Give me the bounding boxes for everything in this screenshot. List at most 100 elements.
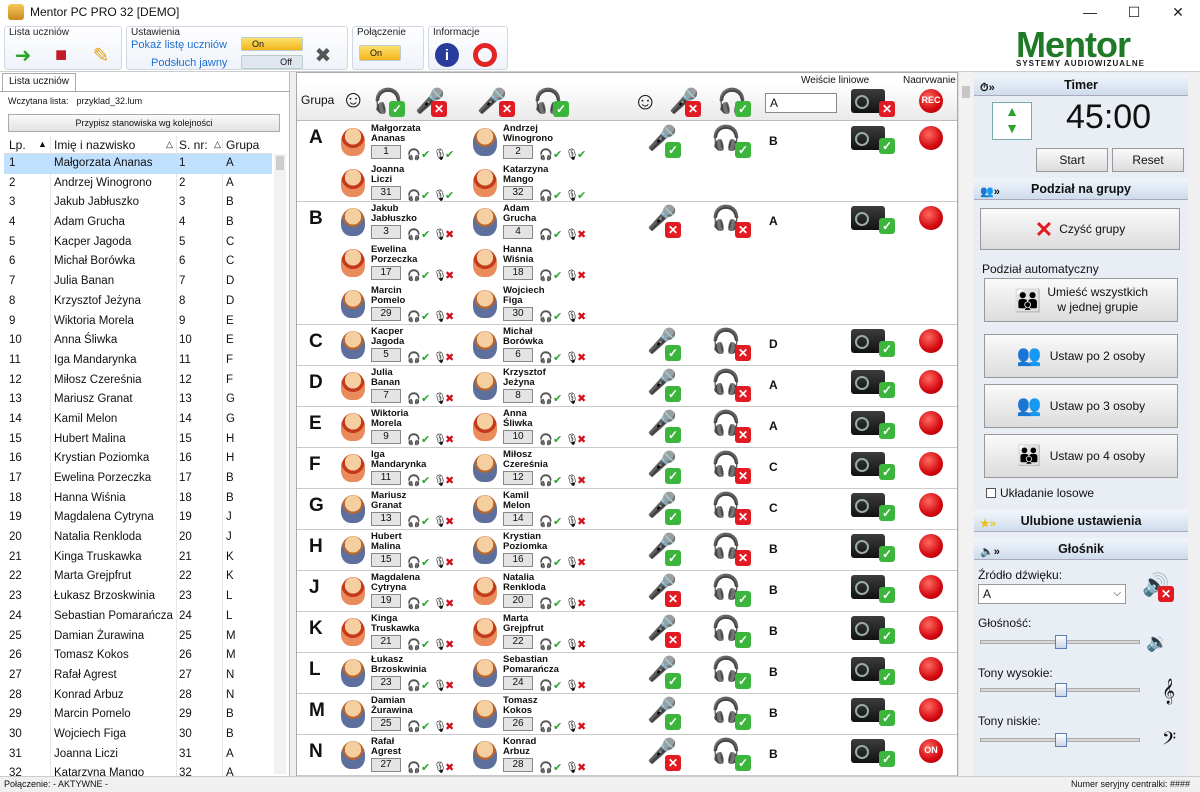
favorites-header[interactable]: ★» Ulubione ustawienia bbox=[974, 510, 1188, 532]
group-source[interactable]: A bbox=[769, 419, 778, 433]
table-row[interactable]: 4 Adam Grucha 4 B bbox=[4, 213, 272, 233]
table-row[interactable]: 7 Julia Banan 7 D bbox=[4, 272, 272, 292]
bass-slider-thumb[interactable] bbox=[1055, 733, 1067, 747]
headphones-icon[interactable]: 🎧 bbox=[539, 310, 553, 323]
student-seat[interactable]: Adam Grucha 4 🎧 ✔ 🎙 ✖ bbox=[473, 204, 601, 244]
bass-slider[interactable] bbox=[980, 733, 1140, 747]
table-row[interactable]: 8 Krzysztof Jeżyna 8 D bbox=[4, 292, 272, 312]
line-in-source-input[interactable]: A bbox=[765, 93, 837, 113]
record-button[interactable] bbox=[919, 206, 943, 230]
student-seat[interactable]: Joanna Liczi 31 🎧 ✔ 🎙 ✔ bbox=[341, 165, 469, 205]
table-row[interactable]: 11 Iga Mandarynka 11 F bbox=[4, 351, 272, 371]
table-row[interactable]: 17 Ewelina Porzeczka 17 B bbox=[4, 469, 272, 489]
student-seat[interactable]: Anna Śliwka 10 🎧 ✔ 🎙 ✖ bbox=[473, 409, 601, 449]
group-source[interactable]: B bbox=[769, 542, 778, 556]
table-row[interactable]: 25 Damian Żurawina 25 M bbox=[4, 627, 272, 647]
group-source[interactable]: C bbox=[769, 501, 778, 515]
record-button[interactable] bbox=[919, 411, 943, 435]
headphones-icon[interactable]: 🎧 bbox=[539, 638, 553, 651]
set-by-2-button[interactable]: 👥 Ustaw po 2 osoby bbox=[984, 334, 1178, 378]
table-row[interactable]: 10 Anna Śliwka 10 E bbox=[4, 331, 272, 351]
student-seat[interactable]: Krystian Poziomka 16 🎧 ✔ 🎙 ✖ bbox=[473, 532, 601, 572]
group-source[interactable]: A bbox=[769, 214, 778, 228]
student-seat[interactable]: Tomasz Kokos 26 🎧 ✔ 🎙 ✖ bbox=[473, 696, 601, 736]
student-seat[interactable]: Damian Żurawina 25 🎧 ✔ 🎙 ✖ bbox=[341, 696, 469, 736]
record-button[interactable] bbox=[919, 452, 943, 476]
clear-groups-button[interactable]: ✕ Czyść grupy bbox=[980, 208, 1180, 250]
group-source[interactable]: C bbox=[769, 460, 778, 474]
student-seat[interactable]: Konrad Arbuz 28 🎧 ✔ 🎙 ✖ bbox=[473, 737, 601, 777]
maximize-button[interactable]: ☐ bbox=[1112, 0, 1156, 24]
table-row[interactable]: 22 Marta Grejpfrut 22 K bbox=[4, 567, 272, 587]
headphones-icon[interactable]: 🎧 bbox=[407, 761, 421, 774]
student-seat[interactable]: Wiktoria Morela 9 🎧 ✔ 🎙 ✖ bbox=[341, 409, 469, 449]
group-source[interactable]: B bbox=[769, 583, 778, 597]
table-row[interactable]: 13 Mariusz Granat 13 G bbox=[4, 390, 272, 410]
record-button[interactable] bbox=[919, 575, 943, 599]
student-seat[interactable]: Andrzej Winogrono 2 🎧 ✔ 🎙 ✔ bbox=[473, 124, 601, 164]
headphones-icon[interactable]: 🎧 bbox=[539, 392, 553, 405]
headphones-icon[interactable]: 🎧 bbox=[539, 679, 553, 692]
student-seat[interactable]: Sebastian Pomarańcza 24 🎧 ✔ 🎙 ✖ bbox=[473, 655, 601, 695]
assign-seats-button[interactable]: Przypisz stanowiska wg kolejności bbox=[8, 114, 280, 132]
header-seat[interactable]: S. nr: bbox=[179, 138, 208, 152]
student-seat[interactable]: Wojciech Figa 30 🎧 ✔ 🎙 ✖ bbox=[473, 286, 601, 326]
save-list-icon[interactable]: ■ bbox=[49, 43, 73, 67]
headphones-icon[interactable]: 🎧 bbox=[539, 189, 553, 202]
random-checkbox[interactable] bbox=[986, 488, 996, 498]
groups-header[interactable]: 👥» Podział na grupy bbox=[974, 178, 1188, 200]
student-seat[interactable]: Rafał Agrest 27 🎧 ✔ 🎙 ✖ bbox=[341, 737, 469, 777]
headphones-icon[interactable]: 🎧 bbox=[539, 433, 553, 446]
student-seat[interactable]: Krzysztof Jeżyna 8 🎧 ✔ 🎙 ✖ bbox=[473, 368, 601, 408]
table-row[interactable]: 9 Wiktoria Morela 9 E bbox=[4, 312, 272, 332]
student-seat[interactable]: Kacper Jagoda 5 🎧 ✔ 🎙 ✖ bbox=[341, 327, 469, 367]
record-button[interactable] bbox=[919, 534, 943, 558]
headphones-icon[interactable]: 🎧 bbox=[407, 556, 421, 569]
headphones-icon[interactable]: 🎧 bbox=[407, 638, 421, 651]
table-row[interactable]: 28 Konrad Arbuz 28 N bbox=[4, 686, 272, 706]
treble-slider[interactable] bbox=[980, 683, 1140, 697]
set-by-4-button[interactable]: 👪 Ustaw po 4 osoby bbox=[984, 434, 1178, 478]
student-seat[interactable]: Katarzyna Mango 32 🎧 ✔ 🎙 ✔ bbox=[473, 165, 601, 205]
record-button[interactable] bbox=[919, 493, 943, 517]
table-row[interactable]: 27 Rafał Agrest 27 N bbox=[4, 666, 272, 686]
volume-slider[interactable] bbox=[980, 635, 1140, 649]
table-row[interactable]: 23 Łukasz Brzoskwinia 23 L bbox=[4, 587, 272, 607]
group-source[interactable]: B bbox=[769, 134, 778, 148]
headphones-icon[interactable]: 🎧 bbox=[407, 148, 421, 161]
headphones-icon[interactable]: 🎧 bbox=[407, 189, 421, 202]
table-row[interactable]: 19 Magdalena Cytryna 19 J bbox=[4, 508, 272, 528]
record-button[interactable] bbox=[919, 329, 943, 353]
table-row[interactable]: 21 Kinga Truskawka 21 K bbox=[4, 548, 272, 568]
headphones-icon[interactable]: 🎧 bbox=[407, 679, 421, 692]
student-seat[interactable]: Hanna Wiśnia 18 🎧 ✔ 🎙 ✖ bbox=[473, 245, 601, 285]
student-seat[interactable]: Kinga Truskawka 21 🎧 ✔ 🎙 ✖ bbox=[341, 614, 469, 654]
group-source[interactable]: A bbox=[769, 378, 778, 392]
table-row[interactable]: 30 Wojciech Figa 30 B bbox=[4, 725, 272, 745]
headphones-icon[interactable]: 🎧 bbox=[539, 269, 553, 282]
student-seat[interactable]: Julia Banan 7 🎧 ✔ 🎙 ✖ bbox=[341, 368, 469, 408]
student-seat[interactable]: Michał Borówka 6 🎧 ✔ 🎙 ✖ bbox=[473, 327, 601, 367]
volume-slider-thumb[interactable] bbox=[1055, 635, 1067, 649]
center-scrollbar[interactable] bbox=[958, 72, 972, 776]
table-row[interactable]: 31 Joanna Liczi 31 A bbox=[4, 745, 272, 765]
student-seat[interactable]: Kamil Melon 14 🎧 ✔ 🎙 ✖ bbox=[473, 491, 601, 531]
table-row[interactable]: 14 Kamil Melon 14 G bbox=[4, 410, 272, 430]
load-list-icon[interactable]: ➜ bbox=[11, 43, 35, 67]
set-by-3-button[interactable]: 👥 Ustaw po 3 osoby bbox=[984, 384, 1178, 428]
timer-start-button[interactable]: Start bbox=[1036, 148, 1108, 172]
headphones-icon[interactable]: 🎧 bbox=[539, 228, 553, 241]
headphones-icon[interactable]: 🎧 bbox=[407, 433, 421, 446]
student-seat[interactable]: Ewelina Porzeczka 17 🎧 ✔ 🎙 ✖ bbox=[341, 245, 469, 285]
record-button[interactable]: ON bbox=[919, 739, 943, 763]
edit-list-icon[interactable]: ✎ bbox=[89, 43, 113, 67]
record-button[interactable] bbox=[919, 616, 943, 640]
group-source[interactable]: B bbox=[769, 624, 778, 638]
student-seat[interactable]: Marta Grejpfrut 22 🎧 ✔ 🎙 ✖ bbox=[473, 614, 601, 654]
minimize-button[interactable]: — bbox=[1068, 0, 1112, 24]
record-button[interactable] bbox=[919, 370, 943, 394]
student-seat[interactable]: Iga Mandarynka 11 🎧 ✔ 🎙 ✖ bbox=[341, 450, 469, 490]
record-all-button[interactable]: REC bbox=[919, 89, 943, 113]
headphones-icon[interactable]: 🎧 bbox=[539, 720, 553, 733]
header-name[interactable]: Imię i nazwisko bbox=[54, 138, 135, 152]
